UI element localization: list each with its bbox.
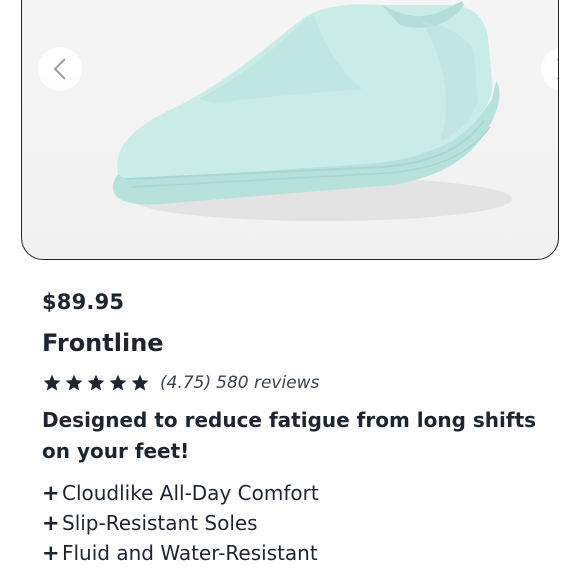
plus-icon: + bbox=[42, 511, 60, 535]
feature-text: Slip-Resistant Soles bbox=[62, 511, 258, 535]
feature-list: + Cloudlike All-Day Comfort + Slip-Resis… bbox=[42, 478, 319, 568]
review-count-link[interactable]: 580 reviews bbox=[216, 373, 319, 393]
star-icon bbox=[43, 374, 61, 391]
list-item: + Slip-Resistant Soles bbox=[42, 508, 319, 538]
plus-icon: + bbox=[42, 541, 60, 565]
star-icon bbox=[65, 374, 83, 391]
list-item: + Cloudlike All-Day Comfort bbox=[42, 478, 319, 508]
chevron-left-icon bbox=[53, 58, 66, 80]
product-image-carousel[interactable] bbox=[21, 0, 559, 260]
product-price: $89.95 bbox=[42, 290, 125, 314]
feature-text: Cloudlike All-Day Comfort bbox=[62, 481, 319, 505]
product-image-shoe bbox=[113, 1, 512, 221]
star-rating bbox=[42, 373, 150, 393]
rating-value: (4.75) bbox=[160, 373, 212, 393]
gallery-prev-button[interactable] bbox=[38, 47, 82, 91]
star-icon bbox=[131, 374, 149, 391]
list-item: + Fluid and Water-Resistant bbox=[42, 538, 319, 568]
star-icon bbox=[87, 374, 105, 391]
chevron-right-icon bbox=[557, 59, 558, 79]
rating-summary[interactable]: (4.75) 580 reviews bbox=[42, 372, 319, 394]
product-title: Frontline bbox=[42, 329, 164, 357]
product-headline: Designed to reduce fatigue from long shi… bbox=[42, 408, 537, 463]
feature-text: Fluid and Water-Resistant bbox=[62, 541, 318, 565]
plus-icon: + bbox=[42, 481, 60, 505]
star-icon bbox=[109, 374, 127, 391]
